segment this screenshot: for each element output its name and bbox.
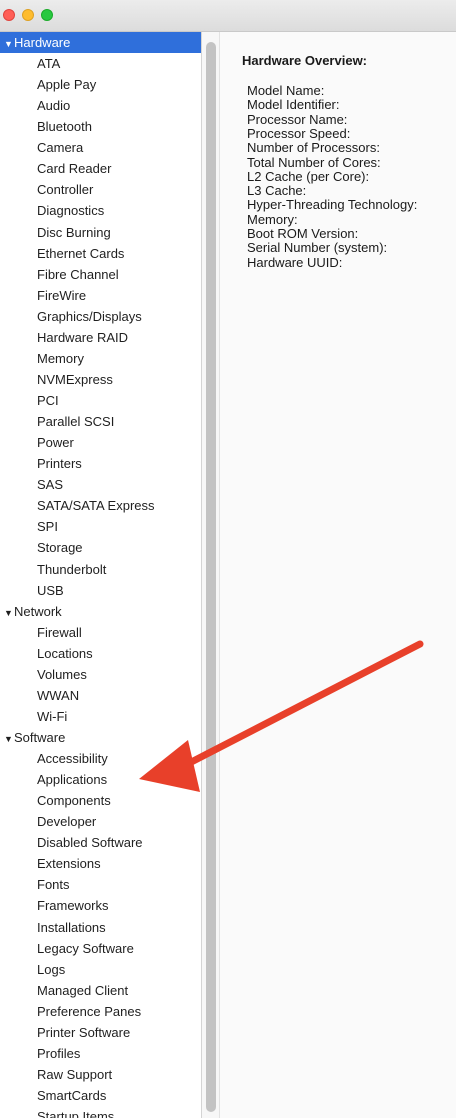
sidebar-item-installations[interactable]: Installations — [37, 917, 106, 938]
sidebar-item-firewire[interactable]: FireWire — [37, 285, 86, 306]
minimize-button[interactable] — [22, 9, 34, 21]
close-button[interactable] — [3, 9, 15, 21]
sidebar-item-graphics-displays[interactable]: Graphics/Displays — [37, 306, 142, 327]
sidebar-item-diagnostics[interactable]: Diagnostics — [37, 200, 104, 221]
overview-field-label: Model Identifier: — [247, 97, 340, 113]
overview-field-label: Hyper-Threading Technology: — [247, 197, 418, 213]
sidebar-item-sas[interactable]: SAS — [37, 474, 63, 495]
sidebar-item-bluetooth[interactable]: Bluetooth — [37, 116, 92, 137]
sidebar-item-power[interactable]: Power — [37, 432, 74, 453]
sidebar-item-preference-panes[interactable]: Preference Panes — [37, 1001, 141, 1022]
overview-field-label: Number of Processors: — [247, 140, 380, 156]
sidebar-item-raw-support[interactable]: Raw Support — [37, 1064, 112, 1085]
sidebar-item-spi[interactable]: SPI — [37, 516, 58, 537]
sidebar-item-extensions[interactable]: Extensions — [37, 853, 101, 874]
sidebar-item-fibre-channel[interactable]: Fibre Channel — [37, 264, 119, 285]
overview-field-label: L2 Cache (per Core): — [247, 168, 370, 184]
sidebar-item-wi-fi[interactable]: Wi-Fi — [37, 706, 67, 727]
sidebar-item-card-reader[interactable]: Card Reader — [37, 158, 111, 179]
overview-field-label: Memory: — [247, 211, 298, 227]
sidebar-category-label: Software — [14, 729, 66, 745]
sidebar-item-thunderbolt[interactable]: Thunderbolt — [37, 559, 106, 580]
sidebar-item-hardware-raid[interactable]: Hardware RAID — [37, 327, 128, 348]
sidebar-item-smartcards[interactable]: SmartCards — [37, 1085, 106, 1106]
sidebar-item-ata[interactable]: ATA — [37, 53, 60, 74]
sidebar-tree: ▼Hardware ATA Apple Pay Audio Bluetooth Camer… — [0, 32, 201, 1118]
sidebar-item-firewall[interactable]: Firewall — [37, 622, 82, 643]
disclosure-triangle-icon[interactable]: ▼ — [4, 603, 13, 624]
sidebar-item-parallel-scsi[interactable]: Parallel SCSI — [37, 411, 114, 432]
sidebar-item-locations[interactable]: Locations — [37, 643, 93, 664]
sidebar-item-wwan[interactable]: WWAN — [37, 685, 79, 706]
overview-field-label: Hardware UUID: — [247, 254, 343, 270]
sidebar-item-sata-sata-express[interactable]: SATA/SATA Express — [37, 495, 155, 516]
sidebar-item-camera[interactable]: Camera — [37, 137, 83, 158]
sidebar-item-startup-items[interactable]: Startup Items — [37, 1106, 114, 1118]
sidebar-item-profiles[interactable]: Profiles — [37, 1043, 80, 1064]
sidebar-item-fonts[interactable]: Fonts — [37, 874, 70, 895]
sidebar-item-disc-burning[interactable]: Disc Burning — [37, 222, 111, 243]
sidebar-item-controller[interactable]: Controller — [37, 179, 93, 200]
sidebar-item-storage[interactable]: Storage — [37, 537, 83, 558]
title-bar — [0, 0, 456, 32]
sidebar-item-nvmexpress[interactable]: NVMExpress — [37, 369, 113, 390]
sidebar-item-volumes[interactable]: Volumes — [37, 664, 87, 685]
sidebar-item-usb[interactable]: USB — [37, 580, 64, 601]
sidebar-item-audio[interactable]: Audio — [37, 95, 70, 116]
sidebar-item-printer-software[interactable]: Printer Software — [37, 1022, 130, 1043]
sidebar-item-applications[interactable]: Applications — [37, 769, 107, 790]
scrollbar-thumb[interactable] — [206, 42, 216, 1112]
overview-field-label: Processor Speed: — [247, 125, 351, 141]
sidebar-item-printers[interactable]: Printers — [37, 453, 82, 474]
sidebar-category-hardware[interactable]: ▼Hardware — [0, 32, 201, 53]
sidebar-item-disabled-software[interactable]: Disabled Software — [37, 832, 143, 853]
sidebar-item-developer[interactable]: Developer — [37, 811, 96, 832]
overview-field-label: Model Name: — [247, 83, 325, 98]
zoom-button[interactable] — [41, 9, 53, 21]
overview-field-label: L3 Cache: — [247, 183, 307, 199]
overview-field-label: Total Number of Cores: — [247, 154, 381, 170]
sidebar-item-ethernet-cards[interactable]: Ethernet Cards — [37, 243, 124, 264]
sidebar-scrollbar[interactable] — [202, 32, 220, 1118]
sidebar-item-frameworks[interactable]: Frameworks — [37, 895, 109, 916]
sidebar-item-apple-pay[interactable]: Apple Pay — [37, 74, 96, 95]
disclosure-triangle-icon[interactable]: ▼ — [4, 729, 13, 750]
sidebar-item-logs[interactable]: Logs — [37, 959, 65, 980]
overview-field-label: Processor Name: — [247, 111, 348, 127]
sidebar-category-network[interactable]: ▼Network — [4, 601, 62, 622]
sidebar-item-components[interactable]: Components — [37, 790, 111, 811]
sidebar-category-label: Hardware — [14, 35, 71, 50]
system-information-window: ▼Hardware ATA Apple Pay Audio Bluetooth Camer… — [0, 0, 456, 1118]
sidebar-item-pci[interactable]: PCI — [37, 390, 59, 411]
sidebar-item-managed-client[interactable]: Managed Client — [37, 980, 128, 1001]
sidebar-item-accessibility[interactable]: Accessibility — [37, 748, 108, 769]
sidebar-category-label: Network — [14, 603, 62, 619]
overview-field-label: Serial Number (system): — [247, 240, 388, 256]
disclosure-triangle-icon[interactable]: ▼ — [4, 34, 13, 55]
overview-field-label: Boot ROM Version: — [247, 226, 359, 241]
sidebar-item-legacy-software[interactable]: Legacy Software — [37, 938, 134, 959]
detail-pane: Hardware Overview: Model Name: Model Iden… — [220, 32, 456, 1118]
overview-title: Hardware Overview: — [242, 53, 368, 68]
sidebar-item-memory[interactable]: Memory — [37, 348, 84, 369]
sidebar-category-software[interactable]: ▼Software — [4, 727, 65, 748]
